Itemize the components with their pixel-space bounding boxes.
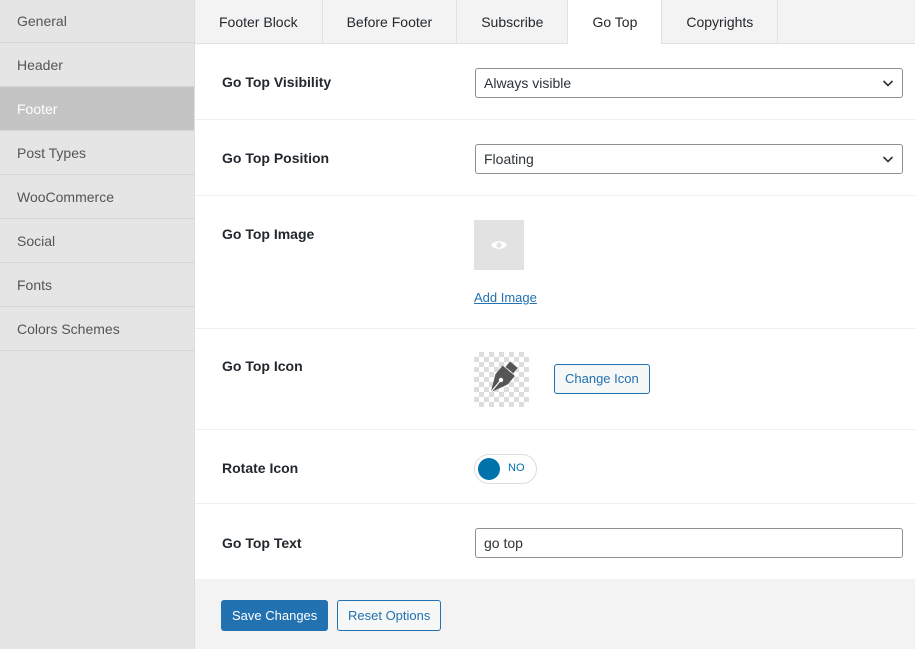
- main-content: Footer Block Before Footer Subscribe Go …: [195, 0, 915, 649]
- row-rotate: Rotate Icon NO: [195, 430, 915, 504]
- row-visibility: Go Top Visibility Always visible: [195, 44, 915, 120]
- row-image: Go Top Image Add Image: [195, 196, 915, 329]
- sidebar-item-colors-schemes[interactable]: Colors Schemes: [0, 307, 194, 351]
- settings-sidebar: General Header Footer Post Types WooComm…: [0, 0, 195, 649]
- icon-preview[interactable]: [474, 352, 529, 407]
- position-label: Go Top Position: [222, 150, 330, 166]
- save-button[interactable]: Save Changes: [221, 600, 329, 631]
- sidebar-item-woocommerce[interactable]: WooCommerce: [0, 175, 194, 219]
- change-icon-button[interactable]: Change Icon: [554, 364, 650, 394]
- image-label: Go Top Image: [222, 226, 315, 242]
- sidebar-item-header[interactable]: Header: [0, 43, 194, 87]
- sidebar-item-post-types[interactable]: Post Types: [0, 131, 194, 175]
- position-select-value: Floating: [484, 151, 534, 167]
- rotate-label: Rotate Icon: [222, 460, 299, 476]
- sidebar-item-fonts[interactable]: Fonts: [0, 263, 194, 307]
- add-image-link[interactable]: Add Image: [474, 290, 537, 305]
- pen-nib-icon: [490, 361, 518, 393]
- icon-label: Go Top Icon: [222, 358, 303, 374]
- row-text: Go Top Text: [195, 504, 915, 579]
- tab-subscribe[interactable]: Subscribe: [457, 0, 569, 44]
- tab-before-footer[interactable]: Before Footer: [323, 0, 458, 44]
- toggle-state: NO: [508, 462, 525, 474]
- eye-icon: [491, 241, 507, 249]
- tab-bar: Footer Block Before Footer Subscribe Go …: [195, 0, 915, 45]
- rotate-toggle[interactable]: NO: [474, 454, 537, 484]
- tab-go-top[interactable]: Go Top: [568, 0, 663, 45]
- sidebar-item-footer[interactable]: Footer: [0, 87, 194, 131]
- toggle-knob: [478, 458, 500, 480]
- row-icon: Go Top Icon Change Icon: [195, 329, 915, 430]
- position-select[interactable]: Floating: [475, 144, 903, 174]
- chevron-down-icon: [882, 156, 894, 163]
- text-label: Go Top Text: [222, 535, 302, 551]
- visibility-label: Go Top Visibility: [222, 74, 332, 90]
- tab-copyrights[interactable]: Copyrights: [662, 0, 779, 44]
- sidebar-item-general[interactable]: General: [0, 0, 194, 43]
- visibility-select-value: Always visible: [484, 75, 572, 91]
- row-position: Go Top Position Floating: [195, 120, 915, 196]
- tab-footer-block[interactable]: Footer Block: [195, 0, 323, 44]
- chevron-down-icon: [882, 80, 894, 87]
- visibility-select[interactable]: Always visible: [475, 68, 903, 98]
- reset-button[interactable]: Reset Options: [337, 600, 442, 631]
- action-bar: Save Changes Reset Options: [195, 579, 915, 649]
- go-top-text-input[interactable]: [475, 528, 903, 558]
- image-preview[interactable]: [474, 220, 524, 270]
- sidebar-item-social[interactable]: Social: [0, 219, 194, 263]
- settings-panel: Go Top Visibility Always visible Go Top …: [195, 44, 915, 579]
